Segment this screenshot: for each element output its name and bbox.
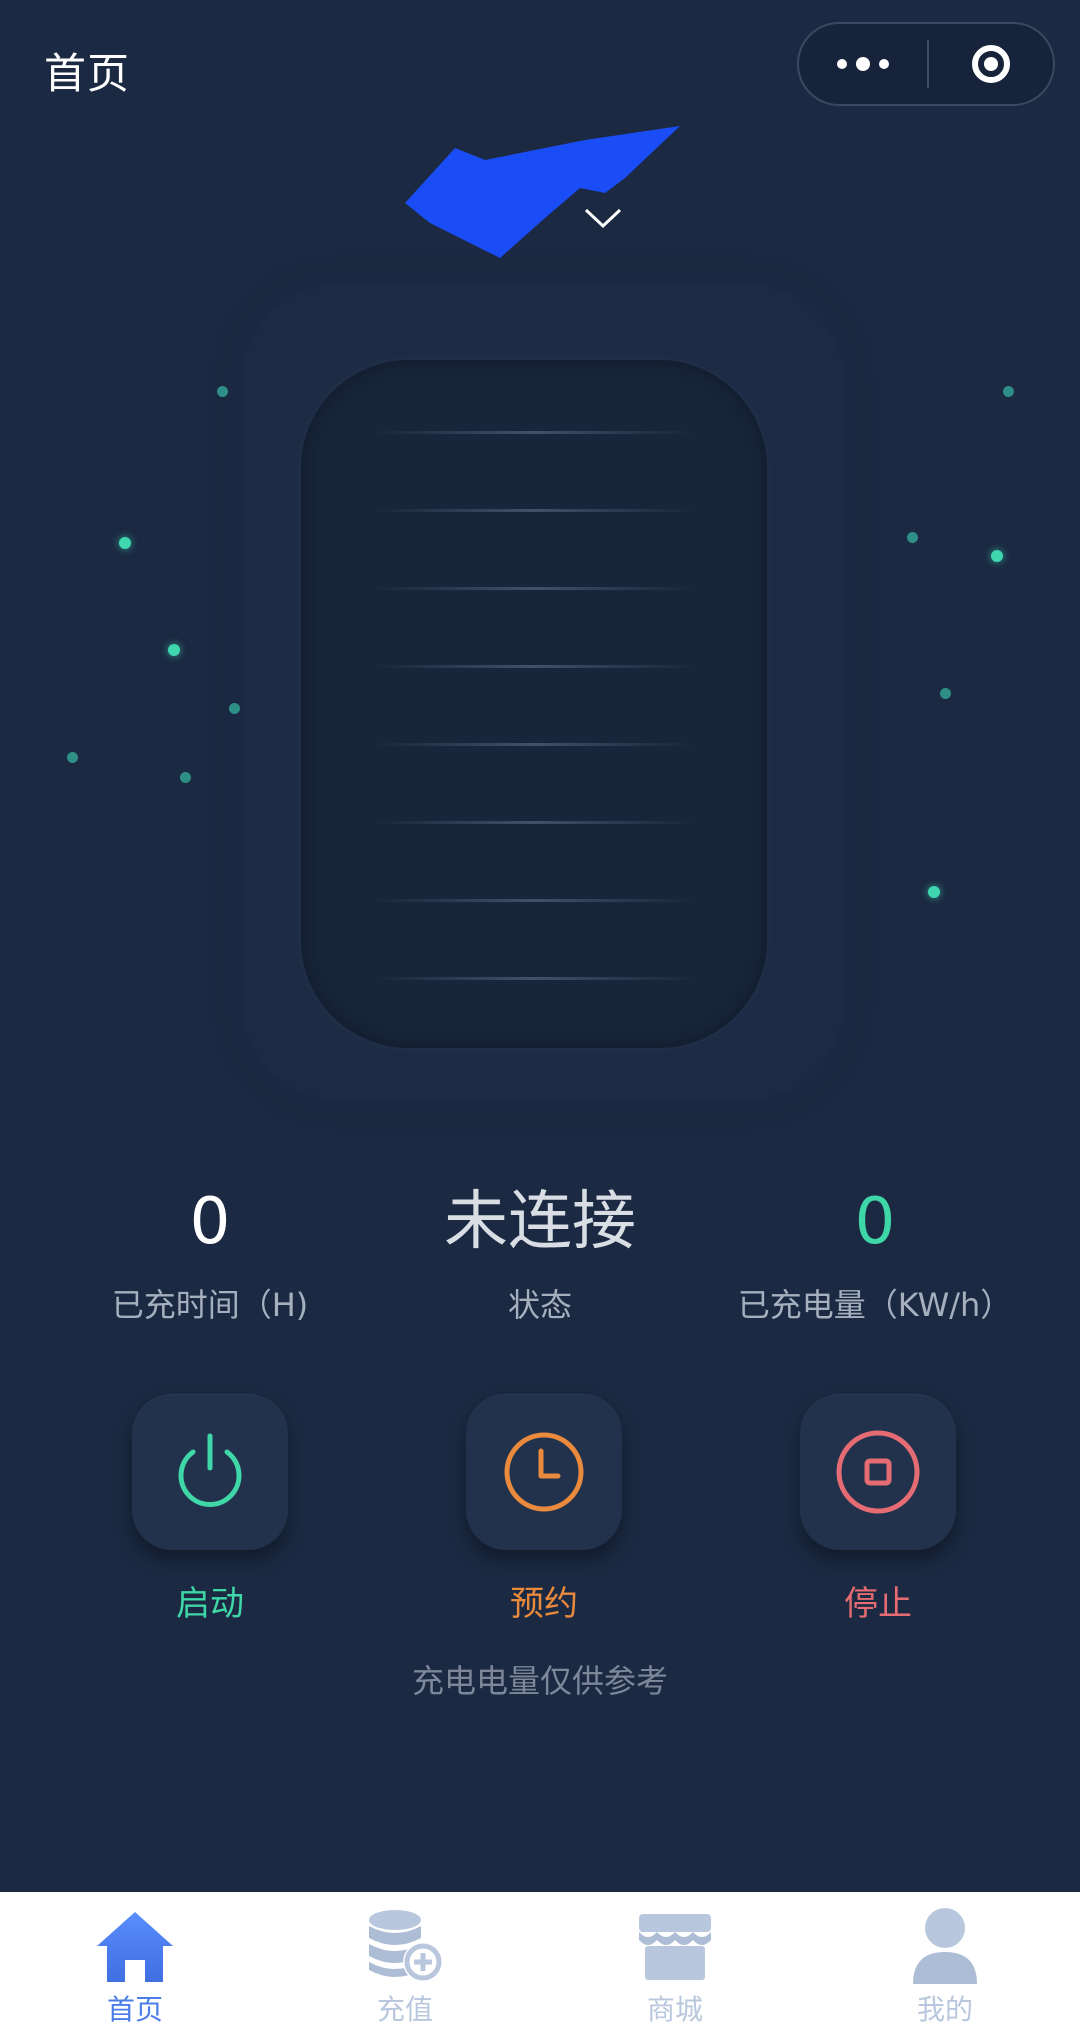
schedule-button[interactable]: 预约 [464,1394,624,1625]
particle-dot [229,703,240,714]
charged-time-value: 0 [189,1185,231,1259]
stop-button-label: 停止 [844,1584,912,1624]
mini-program-capsule [797,22,1055,106]
battery-segment [371,665,697,668]
particle-dot [217,386,228,397]
particle-dot [1003,386,1014,397]
clock-icon [504,1432,584,1512]
tab-recharge-label: 充值 [376,1993,433,2026]
particle-dot [168,644,180,656]
schedule-button-label: 预约 [510,1584,578,1624]
home-icon [97,1912,173,1982]
stop-button-tile[interactable] [800,1394,956,1550]
connection-status-stat: 未连接 状态 [390,1190,690,1326]
tab-profile-label: 我的 [916,1993,973,2026]
particle-dot [180,772,191,783]
tab-store[interactable]: 商城 [540,1892,810,2042]
more-dots-icon[interactable] [799,24,927,104]
charged-time-label: 已充时间（H) [111,1286,309,1324]
particle-dot [67,752,78,763]
bottom-tab-bar: 首页 充值 商城 我的 [0,1892,1080,2042]
target-icon[interactable] [929,24,1053,104]
battery-segment [371,899,697,902]
tab-home[interactable]: 首页 [0,1892,270,2042]
start-button-tile[interactable] [132,1394,288,1550]
stop-icon [836,1430,920,1514]
power-icon [178,1433,242,1507]
connection-status-value: 未连接 [444,1185,636,1259]
start-button-label: 启动 [176,1584,244,1624]
charged-energy-value: 0 [854,1185,896,1259]
user-icon [913,1908,977,1984]
battery-segment [371,587,697,590]
battery-segment [371,431,697,434]
tab-profile[interactable]: 我的 [810,1892,1080,2042]
tab-home-label: 首页 [106,1993,163,2026]
connection-status-label: 状态 [507,1286,572,1324]
page-title: 首页 [44,49,131,98]
charged-energy-label: 已充电量（KW/h） [737,1286,1013,1324]
start-charging-button[interactable]: 启动 [130,1394,290,1625]
battery-segment [371,977,697,980]
tab-recharge[interactable]: 充值 [270,1892,540,2042]
coins-add-icon [369,1910,443,1982]
battery-segment [371,821,697,824]
disclaimer-text: 充电电量仅供参考 [411,1662,668,1700]
particle-dot [928,886,940,898]
battery-level-display [301,360,767,1048]
battery-segment [371,509,697,512]
store-icon [639,1914,711,1980]
particle-dot [119,537,131,549]
particle-dot [940,688,951,699]
particle-dot [907,532,918,543]
particle-dot [991,550,1003,562]
charged-energy-stat: 0 已充电量（KW/h） [715,1190,1035,1326]
schedule-button-tile[interactable] [466,1394,622,1550]
redacted-device-name [405,126,680,258]
device-selector[interactable] [395,118,685,268]
charged-time-stat: 0 已充时间（H) [60,1190,360,1326]
battery-segment [371,743,697,746]
tab-store-label: 商城 [646,1993,703,2026]
stop-charging-button[interactable]: 停止 [798,1394,958,1625]
app-root: 首页 0 已充时间（H) 未连接 状态 0 已充电量（KW/h） 启动 预约 停… [0,0,1080,2042]
